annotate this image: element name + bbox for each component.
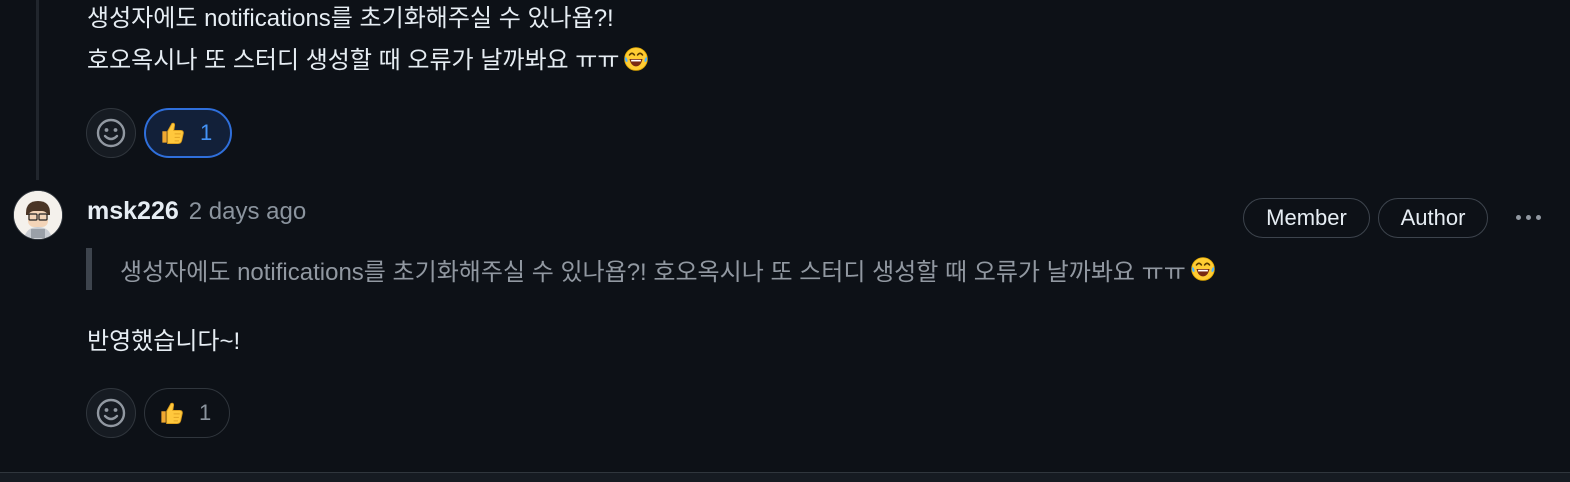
thumbs-up-icon <box>157 399 185 427</box>
comment-body-line-2-text: 호오옥시나 또 스터디 생성할 때 오류가 날까봐요 ㅠㅠ <box>87 47 620 74</box>
kebab-dot <box>1525 214 1531 220</box>
author-badge: Author <box>1378 198 1488 238</box>
reaction-count: 1 <box>200 120 213 145</box>
comment-header: msk226 2 days ago <box>87 197 306 231</box>
kebab-dot <box>1515 214 1521 220</box>
laughing-tears-emoji-icon <box>623 46 649 72</box>
quote-text: 생성자에도 notifications를 초기화해주실 수 있나욥?! 호오옥시… <box>120 258 1186 286</box>
reaction-count: 1 <box>199 400 212 425</box>
next-section-edge <box>0 473 1570 482</box>
comment-options-button[interactable] <box>1506 200 1550 234</box>
reply-reactions: 1 <box>86 388 231 440</box>
avatar[interactable] <box>13 190 63 240</box>
reply-body: 반영했습니다~! <box>87 328 241 355</box>
thumbs-up-icon <box>158 119 186 147</box>
member-badge: Member <box>1243 198 1370 238</box>
add-reaction-button[interactable] <box>86 388 136 438</box>
comment-body-line-2: 호오옥시나 또 스터디 생성할 때 오류가 날까봐요 ㅠㅠ <box>87 45 649 77</box>
quoted-reply: 생성자에도 notifications를 초기화해주실 수 있나욥?! 호오옥시… <box>86 248 1216 290</box>
laughing-tears-emoji-icon <box>1190 256 1216 282</box>
author-link[interactable]: msk226 <box>87 197 179 226</box>
thread-timeline-line <box>36 0 39 180</box>
add-reaction-button[interactable] <box>86 108 136 158</box>
thumbs-up-reaction-button[interactable]: 1 <box>144 388 231 438</box>
comment-reactions: 1 <box>86 108 233 160</box>
avatar-image <box>14 191 62 239</box>
comment-body-line-1: 생성자에도 notifications를 초기화해주실 수 있나욥?! <box>87 5 614 32</box>
timestamp-link[interactable]: 2 days ago <box>189 198 306 226</box>
smiley-icon <box>95 397 127 429</box>
smiley-icon <box>95 117 127 149</box>
thumbs-up-reaction-button[interactable]: 1 <box>144 108 233 158</box>
kebab-dot <box>1535 214 1541 220</box>
